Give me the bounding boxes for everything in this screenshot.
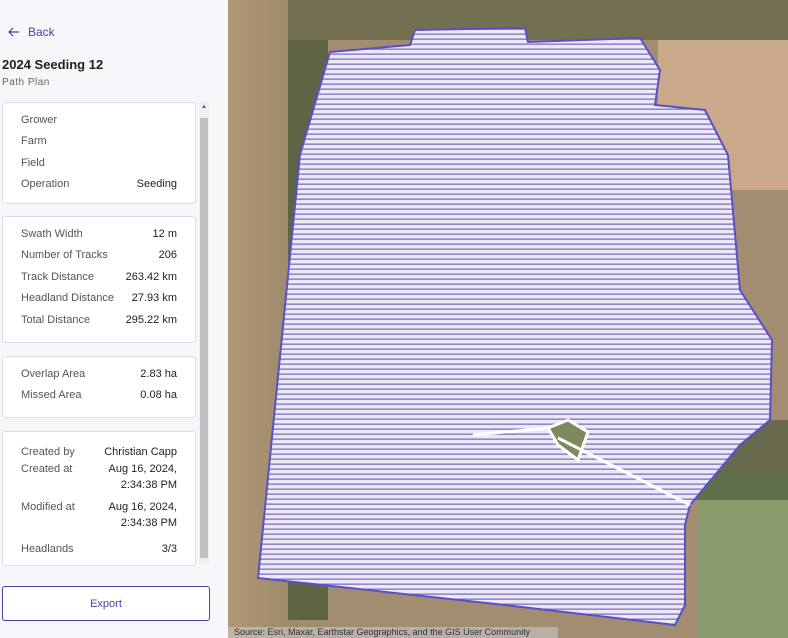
info-row: Track Distance 263.42 km	[21, 266, 177, 288]
value: Aug 16, 2024, 2:34:38 PM	[108, 500, 177, 529]
export-button[interactable]: Export	[2, 586, 210, 621]
map-view[interactable]: Source: Esri, Maxar, Earthstar Geographi…	[228, 0, 788, 638]
label: Swath Width	[21, 227, 83, 240]
info-row: Modified at Aug 16, 2024, 2:34:38 PM	[21, 501, 177, 539]
label: Field	[21, 156, 45, 169]
info-row: Headlands 3/3	[21, 539, 177, 561]
value: Christian Capp	[104, 445, 177, 458]
label: Created at	[21, 462, 73, 475]
scrollbar-thumb[interactable]	[200, 118, 208, 558]
meta-card: Created by Christian Capp Created at Aug 1…	[2, 431, 196, 566]
value: 206	[158, 249, 177, 262]
value: 3/3	[161, 543, 177, 556]
info-row: Missed Area 0.08 ha	[21, 385, 177, 407]
map-canvas	[228, 0, 788, 638]
info-row: Headland Distance 27.93 km	[21, 288, 177, 310]
info-row: Field	[21, 152, 177, 174]
scroll-up-icon[interactable]: ▲	[201, 104, 207, 110]
value: 27.93 km	[131, 292, 177, 305]
value: 263.42 km	[125, 270, 177, 283]
value: 12 m	[152, 227, 177, 240]
distance-card: Swath Width 12 m Number of Tracks 206 Trac…	[2, 216, 196, 343]
value: Aug 16, 2024, 2:34:38 PM	[108, 462, 177, 491]
info-row: Overlap Area 2.83 ha	[21, 363, 177, 385]
field-info-card: Grower Farm Field Operation Seeding	[2, 102, 196, 204]
sidebar: Back 2024 Seeding 12 Path Plan Grower Fa…	[0, 0, 228, 638]
value: 0.08 ha	[140, 389, 177, 402]
info-row: Grower	[21, 109, 177, 131]
scrollbar[interactable]: ▲	[199, 102, 209, 564]
arrow-left-icon	[8, 27, 19, 37]
info-row: Operation Seeding	[21, 174, 177, 196]
label: Total Distance	[21, 313, 91, 326]
value: 2.83 ha	[140, 367, 177, 380]
area-card: Overlap Area 2.83 ha Missed Area 0.08 ha	[2, 356, 196, 418]
label: Operation	[21, 178, 70, 191]
info-row: Created by Christian Capp	[21, 441, 177, 463]
back-label: Back	[28, 25, 55, 39]
back-button[interactable]: Back	[8, 25, 55, 39]
label: Created by	[21, 445, 75, 458]
info-row: Farm	[21, 131, 177, 153]
map-attribution: Source: Esri, Maxar, Earthstar Geographi…	[228, 627, 558, 638]
page-subtitle: Path Plan	[2, 77, 50, 88]
label: Grower	[21, 113, 58, 126]
label: Overlap Area	[21, 367, 86, 380]
label: Modified at	[21, 500, 75, 513]
info-row: Number of Tracks 206	[21, 245, 177, 267]
label: Farm	[21, 135, 47, 148]
label: Track Distance	[21, 270, 94, 283]
label: Headland Distance	[21, 292, 114, 305]
label: Headlands	[21, 543, 74, 556]
info-row: Created at Aug 16, 2024, 2:34:38 PM	[21, 463, 177, 501]
info-row: Swath Width 12 m	[21, 223, 177, 245]
value: 295.22 km	[125, 313, 177, 326]
value: Seeding	[136, 178, 177, 191]
label: Number of Tracks	[21, 249, 108, 262]
page-title: 2024 Seeding 12	[2, 57, 104, 72]
info-row: Total Distance 295.22 km	[21, 309, 177, 331]
label: Missed Area	[21, 389, 82, 402]
